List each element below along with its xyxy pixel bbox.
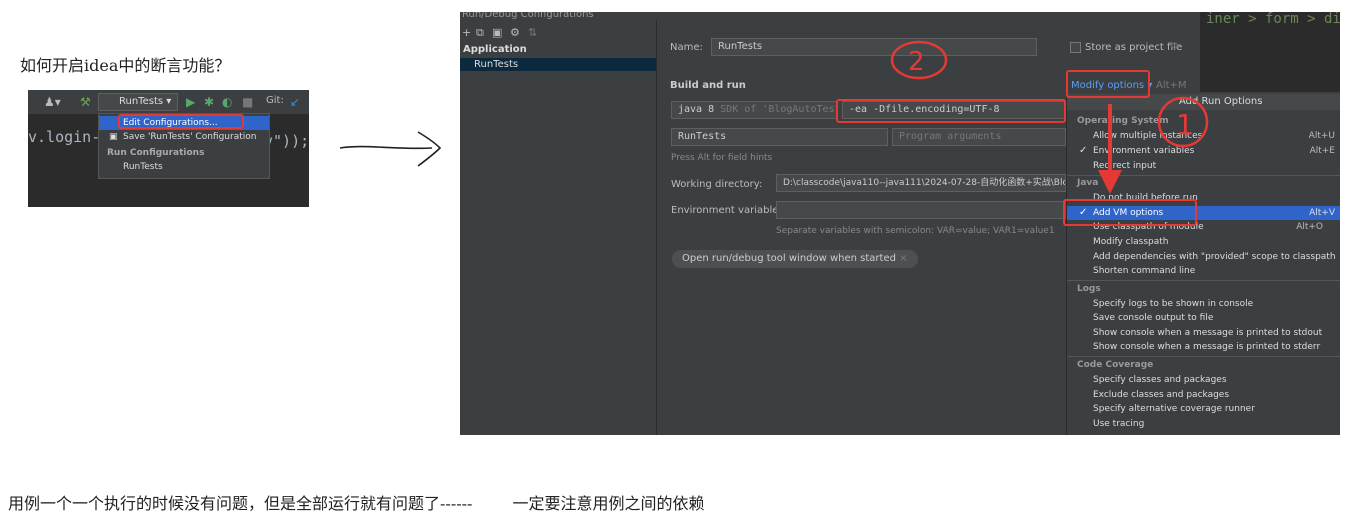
- highlight-modify-options: [1066, 70, 1150, 98]
- store-project-label: Store as project file: [1085, 42, 1183, 53]
- note-left: 用例一个一个执行的时候没有问题，但是全部运行就有问题了------: [8, 494, 473, 513]
- option-environment-variables[interactable]: ✓ Environment variables Alt+E: [1067, 144, 1340, 158]
- close-icon[interactable]: ×: [899, 253, 907, 264]
- option-exclude-classes[interactable]: Exclude classes and packages: [1067, 388, 1340, 402]
- env-variables-hint: Separate variables with semicolon: VAR=v…: [776, 226, 1055, 236]
- save-icon: ▣: [109, 132, 118, 142]
- run-debug-configurations-dialog: Run/Debug Configurations + ⧉ ▣ ⚙ ⇅ Appli…: [460, 12, 1340, 435]
- coverage-icon[interactable]: ◐: [222, 94, 232, 110]
- highlight-add-vm-options: [1063, 199, 1197, 226]
- group-java: Java: [1077, 178, 1099, 188]
- group-code-coverage: Code Coverage: [1077, 360, 1154, 370]
- sort-icon[interactable]: ⇅: [528, 26, 537, 39]
- separator: [1067, 175, 1340, 176]
- check-icon: ✓: [1079, 145, 1088, 156]
- ide-toolbar-screenshot: ♟▾ ⚒ RunTests ▾ ▶ ✱ ◐ ■ Git: ↙ v.login- …: [28, 90, 309, 207]
- press-alt-hint: Press Alt for field hints: [671, 153, 773, 163]
- dependency-note: 用例一个一个执行的时候没有问题，但是全部运行就有问题了------ 一定要注意用例…: [8, 490, 704, 514]
- hammer-icon[interactable]: ⚒: [80, 94, 91, 110]
- name-input[interactable]: RunTests: [711, 38, 1037, 56]
- menu-header-run-configurations: Run Configurations: [107, 148, 205, 158]
- modify-options-shortcut: Alt+M: [1156, 80, 1187, 91]
- tree-item-runtests[interactable]: RunTests: [460, 58, 656, 71]
- debug-icon[interactable]: ✱: [204, 94, 214, 110]
- copy-icon[interactable]: ⧉: [476, 26, 484, 40]
- open-tool-window-chip[interactable]: Open run/debug tool window when started …: [672, 250, 918, 268]
- git-update-icon[interactable]: ↙: [290, 94, 300, 110]
- group-logs: Logs: [1077, 284, 1101, 294]
- run-config-selector[interactable]: RunTests ▾: [98, 93, 178, 111]
- env-variables-input[interactable]: [776, 201, 1066, 219]
- code-snippet-left: v.login-: [28, 128, 101, 146]
- add-run-options-popup: Add Run Options Operating System Allow m…: [1066, 94, 1340, 435]
- ide-toolbar: ♟▾ ⚒ RunTests ▾ ▶ ✱ ◐ ■ Git: ↙: [28, 90, 309, 114]
- question-heading: 如何开启idea中的断言功能？: [20, 56, 231, 75]
- build-and-run-heading: Build and run: [670, 80, 746, 91]
- save-icon[interactable]: ▣: [492, 26, 502, 39]
- note-right: 一定要注意用例之间的依赖: [512, 494, 705, 513]
- add-icon[interactable]: +: [462, 26, 471, 39]
- option-use-tracing[interactable]: Use tracing: [1067, 417, 1340, 431]
- main-class-input[interactable]: RunTests: [671, 128, 888, 146]
- code-snippet-right: v"));: [264, 132, 309, 150]
- working-directory-label: Working directory:: [671, 179, 763, 190]
- gear-icon[interactable]: ⚙: [1170, 41, 1179, 52]
- option-add-dependencies[interactable]: Add dependencies with "provided" scope t…: [1067, 250, 1340, 264]
- run-icon[interactable]: ▶: [186, 94, 195, 110]
- wrench-icon[interactable]: ⚙: [510, 26, 520, 39]
- jdk-select[interactable]: java 8 SDK of 'BlogAutoTest': [671, 101, 837, 119]
- env-variables-label: Environment variables:: [671, 205, 787, 216]
- name-label: Name:: [670, 42, 703, 53]
- option-save-console-output[interactable]: Save console output to file: [1067, 311, 1340, 325]
- stop-icon[interactable]: ■: [242, 94, 253, 110]
- arrow-right-icon: [339, 131, 442, 167]
- option-allow-multiple-instances[interactable]: Allow multiple instances Alt+U: [1067, 129, 1340, 143]
- separator: [1067, 356, 1340, 357]
- option-specify-logs[interactable]: Specify logs to be shown in console: [1067, 297, 1340, 311]
- option-redirect-input[interactable]: Redirect input: [1067, 159, 1340, 173]
- user-icon: ♟▾: [44, 95, 61, 109]
- menu-item-run-tests[interactable]: RunTests: [99, 160, 269, 174]
- menu-item-save-configuration[interactable]: ▣ Save 'RunTests' Configuration: [99, 130, 269, 144]
- separator: [1067, 280, 1340, 281]
- option-modify-classpath[interactable]: Modify classpath: [1067, 235, 1340, 249]
- config-tree-panel: + ⧉ ▣ ⚙ ⇅ Application RunTests: [460, 20, 657, 435]
- program-arguments-input[interactable]: Program arguments: [892, 128, 1066, 146]
- group-operating-system: Operating System: [1077, 116, 1169, 126]
- working-directory-input[interactable]: D:\classcode\java110--java111\2024-07-28…: [776, 174, 1066, 192]
- store-project-checkbox[interactable]: [1070, 42, 1081, 53]
- option-show-console-stderr[interactable]: Show console when a message is printed t…: [1067, 340, 1340, 354]
- highlight-vm-options: [836, 99, 1066, 123]
- option-specify-coverage-runner[interactable]: Specify alternative coverage runner: [1067, 402, 1340, 416]
- option-show-console-stdout[interactable]: Show console when a message is printed t…: [1067, 326, 1340, 340]
- option-specify-classes[interactable]: Specify classes and packages: [1067, 373, 1340, 387]
- git-label: Git:: [266, 95, 284, 106]
- option-shorten-command-line[interactable]: Shorten command line: [1067, 264, 1340, 278]
- tree-group-application[interactable]: Application: [463, 44, 527, 55]
- highlight-edit-configurations: [118, 114, 244, 129]
- editor-background: iner > form > div": [1200, 12, 1340, 92]
